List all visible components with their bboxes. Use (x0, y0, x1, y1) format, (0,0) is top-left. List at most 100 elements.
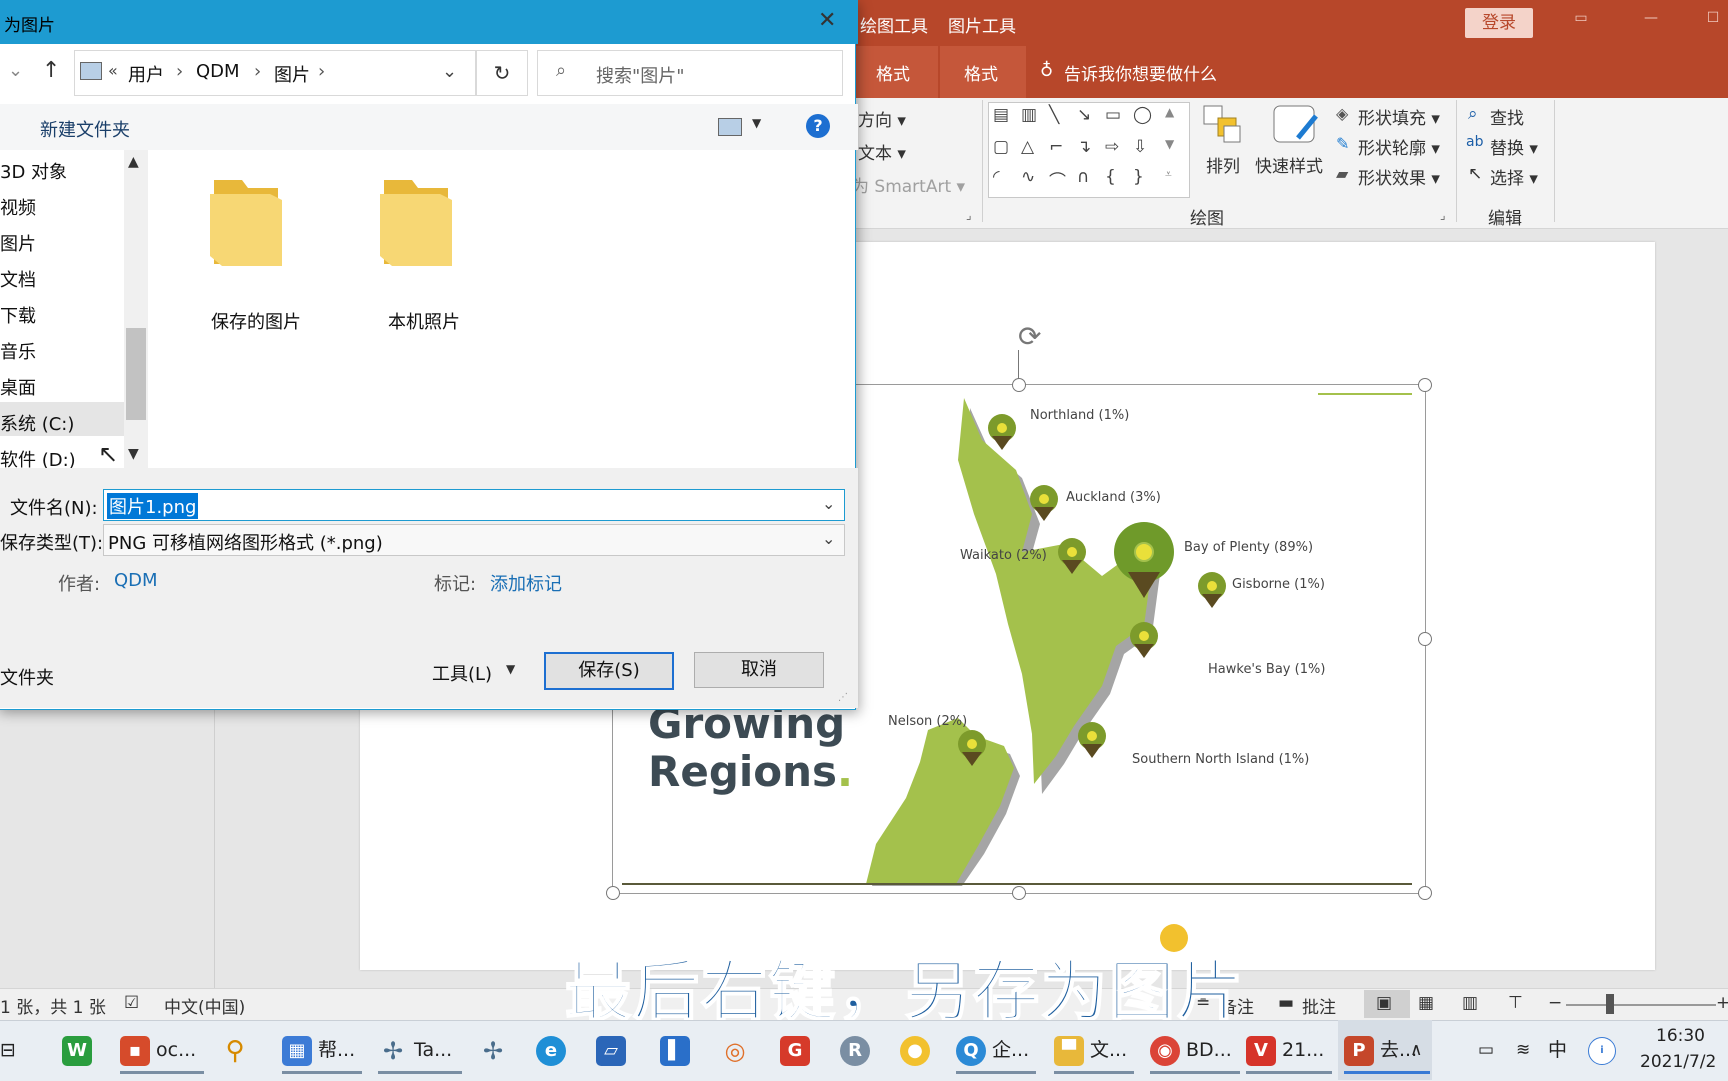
oval-shape-icon[interactable]: ◯ (1133, 105, 1152, 125)
language-indicator[interactable]: 中文(中国) (164, 993, 245, 1018)
taskbar-app-chrome[interactable]: ◉ BD... (1150, 1026, 1240, 1074)
folder-icon[interactable] (376, 176, 456, 272)
quick-styles-button[interactable]: 快速样式 (1255, 152, 1323, 177)
nav-pictures[interactable]: 图片 (0, 230, 36, 256)
zoom-slider-track[interactable] (1566, 1004, 1716, 1006)
scribble-shape-icon[interactable]: ∿ (1021, 167, 1035, 187)
normal-view-icon[interactable]: ▣ (1376, 993, 1392, 1013)
arrange-icon[interactable] (1202, 104, 1244, 146)
add-tags-link[interactable]: 添加标记 (490, 570, 562, 596)
resize-grip-icon[interactable]: ⋰ (838, 692, 848, 703)
gallery-more-icon[interactable]: ⩡ (1165, 167, 1172, 182)
author-value[interactable]: QDM (114, 570, 158, 591)
replace-button[interactable]: 替换 ▾ (1490, 134, 1538, 159)
edge-app[interactable]: e (536, 1026, 576, 1074)
context-tab-drawing-tools[interactable]: 绘图工具 (860, 12, 928, 37)
back-chevron-icon[interactable]: ⌄ (8, 60, 23, 81)
taskbar-app-oc[interactable]: ▪ oc... (120, 1026, 204, 1074)
tools-button[interactable]: 工具(L) (432, 660, 492, 686)
taskbar-app-tableau[interactable]: ✢ Ta... (378, 1026, 462, 1074)
breadcrumb-chevron-icon[interactable]: › (318, 61, 325, 82)
zoom-out-icon[interactable]: − (1548, 993, 1562, 1013)
shape-outline-button[interactable]: 形状轮廓 ▾ (1358, 134, 1440, 159)
down-arrow-shape-icon[interactable]: ⇩ (1133, 137, 1147, 157)
taskbar-app-video[interactable]: V 21... (1246, 1026, 1332, 1074)
find-button[interactable]: 查找 (1490, 104, 1524, 129)
zoom-slider-thumb[interactable] (1606, 994, 1614, 1014)
tab-format-picture[interactable]: 格式 (964, 60, 998, 85)
book-app[interactable]: ▌ (660, 1026, 700, 1074)
nav-drive-c[interactable]: 系统 (C:) (0, 410, 74, 436)
taskbar-app-help[interactable]: ▦ 帮... (282, 1026, 362, 1074)
task-view-icon[interactable]: ⊟ (0, 1026, 30, 1074)
textbox-shape-icon[interactable]: ▤ (993, 105, 1009, 125)
clock-date[interactable]: 2021/7/2 (1640, 1052, 1716, 1072)
line-shape-icon[interactable]: ╲ (1049, 105, 1059, 125)
triangle-shape-icon[interactable]: △ (1021, 137, 1034, 157)
scroll-up-icon[interactable]: ▲ (128, 154, 139, 170)
wifi-icon[interactable]: ≋ (1516, 1026, 1540, 1074)
arrange-button[interactable]: 排列 (1206, 152, 1240, 177)
battery-icon[interactable]: ▭ (1478, 1026, 1502, 1074)
elbow-connector-shape-icon[interactable]: ⌐ (1049, 137, 1063, 157)
filename-input[interactable] (103, 489, 845, 521)
maximize-icon[interactable]: ☐ (1700, 10, 1726, 32)
freeform-shape-icon[interactable]: ◜ (993, 167, 1000, 187)
ifly-icon[interactable]: i (1588, 1026, 1616, 1074)
resize-handle-right[interactable] (1418, 632, 1432, 646)
nav-videos[interactable]: 视频 (0, 194, 36, 220)
dialog-title-bar[interactable] (0, 0, 858, 44)
reading-view-icon[interactable]: ▥ (1462, 993, 1478, 1013)
new-folder-button[interactable]: 新建文件夹 (40, 116, 130, 142)
arc-shape-icon[interactable]: ⌒ (1049, 167, 1066, 192)
taskbar-app-enterprise[interactable]: Q 企... (956, 1026, 1036, 1074)
resize-handle-top[interactable] (1012, 378, 1026, 392)
save-button[interactable]: 保存(S) (544, 652, 674, 690)
tab-format-drawing[interactable]: 格式 (876, 60, 910, 85)
minimize-icon[interactable]: — (1638, 10, 1664, 32)
search-app[interactable]: ⚲ (220, 1026, 260, 1074)
right-brace-shape-icon[interactable]: } (1133, 167, 1144, 187)
rounded-rect-shape-icon[interactable]: ▢ (993, 137, 1009, 157)
shape-fill-button[interactable]: 形状填充 ▾ (1358, 104, 1440, 129)
nav-documents[interactable]: 文档 (0, 266, 36, 292)
tell-me-search[interactable]: 告诉我你想要做什么 (1064, 60, 1217, 85)
breadcrumb-chevron-icon[interactable]: › (176, 61, 183, 82)
search-input[interactable] (537, 50, 843, 96)
nav-3d-objects[interactable]: 3D 对象 (0, 158, 67, 184)
breadcrumb-users[interactable]: 用户 (128, 61, 164, 87)
scroll-down-icon[interactable]: ▼ (128, 446, 139, 462)
taskbar-app-explorer[interactable]: ▀ 文... (1054, 1026, 1134, 1074)
filetype-dropdown-icon[interactable]: ⌄ (822, 529, 835, 548)
elbow-arrow-shape-icon[interactable]: ↴ (1077, 137, 1091, 157)
filename-dropdown-icon[interactable]: ⌄ (822, 494, 835, 513)
curve-shape-icon[interactable]: ∩ (1077, 167, 1089, 187)
tools-dropdown-icon[interactable]: ▼ (506, 662, 515, 676)
shape-gallery[interactable]: ▤ ▥ ╲ ↘ ▭ ◯ ▢ △ ⌐ ↴ ⇨ ⇩ ◜ ∿ ⌒ ∩ { } ▲ ▼ … (988, 102, 1190, 198)
select-button[interactable]: 选择 ▾ (1490, 164, 1538, 189)
comments-button[interactable]: 批注 (1302, 993, 1336, 1018)
filetype-value[interactable]: PNG 可移植网络图形格式 (*.png) (108, 529, 383, 555)
cancel-button[interactable]: 取消 (694, 652, 824, 688)
rectangle-shape-icon[interactable]: ▭ (1105, 105, 1121, 125)
breadcrumb-chevron-icon[interactable]: › (254, 61, 261, 82)
context-tab-picture-tools[interactable]: 图片工具 (948, 12, 1016, 37)
arrow-line-shape-icon[interactable]: ↘ (1077, 105, 1091, 125)
hide-folders-button[interactable]: 文件夹 (0, 664, 54, 690)
right-arrow-shape-icon[interactable]: ⇨ (1105, 137, 1119, 157)
breadcrumb-overflow-icon[interactable]: « (108, 61, 118, 80)
audio-app[interactable]: ◎ (720, 1026, 760, 1074)
folder-saved-pictures[interactable]: 保存的图片 (196, 308, 316, 334)
pen-app[interactable]: ▱ (596, 1026, 636, 1074)
shape-effects-button[interactable]: 形状效果 ▾ (1358, 164, 1440, 189)
resize-handle-top-right[interactable] (1418, 378, 1432, 392)
zoom-in-icon[interactable]: + (1716, 993, 1728, 1013)
drawing-dialog-launcher-icon[interactable]: ⌟ (1440, 208, 1446, 222)
breadcrumb-pictures[interactable]: 图片 (274, 61, 310, 87)
resize-handle-bottom-right[interactable] (1418, 886, 1432, 900)
tray-overflow-icon[interactable]: ∧ (1410, 1026, 1434, 1074)
spellcheck-icon[interactable]: ☑ (124, 993, 139, 1013)
view-dropdown-icon[interactable]: ▼ (752, 116, 761, 130)
slide-sorter-icon[interactable]: ▦ (1418, 993, 1434, 1013)
refresh-icon[interactable]: ↻ (476, 50, 528, 96)
